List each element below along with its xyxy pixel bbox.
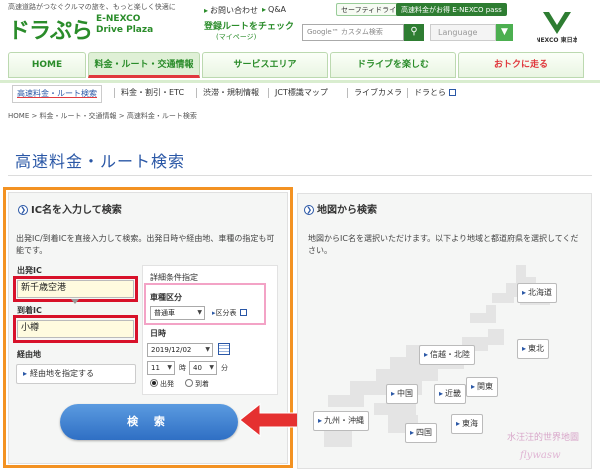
depart-ic-input[interactable]: 新千歳空港: [17, 280, 134, 298]
vehicle-class-label: 車種区分: [150, 293, 182, 302]
radio-unchecked-icon: [185, 379, 193, 387]
subnav-jct-sign-map[interactable]: JCT標識マップ: [268, 85, 328, 101]
swap-arrow-icon: [71, 299, 79, 304]
subnav-toll-route-search[interactable]: 高速料金・ルート検索: [12, 85, 102, 103]
radio-arrive[interactable]: 到着: [185, 379, 209, 389]
site-logo-sub: E-NEXCO Drive Plaza: [96, 14, 153, 36]
radio-checked-icon: [150, 379, 158, 387]
subnav-traffic-regulation[interactable]: 渋滞・規制情報: [196, 85, 259, 101]
check-route-label: 登録ルートをチェック: [204, 22, 295, 32]
search-button[interactable]: 検 索: [60, 404, 238, 440]
page: 高速道路がつなぐクルマの旅を、もっと楽しく快適に ドラぷら E-NEXCO Dr…: [0, 0, 600, 472]
ic-search-description: 出発IC/到着ICを直接入力して検索。出発日時や経由地、車種の指定も可能です。: [16, 234, 275, 255]
search-icon[interactable]: ⚲: [404, 24, 424, 41]
chevron-right-icon: ❯: [304, 205, 314, 215]
external-link-icon: [239, 309, 247, 316]
subnav-fees-discounts-etc[interactable]: 料金・割引・ETC: [114, 85, 184, 101]
logo-en-line2: Drive Plaza: [96, 25, 154, 35]
site-search-input[interactable]: Google™ カスタム検索: [302, 24, 404, 41]
class-table-label: 区分表: [215, 309, 237, 317]
page-title: 高速料金・ルート検索: [15, 152, 186, 171]
region-kinki[interactable]: 近畿: [434, 384, 467, 404]
minute-unit: 分: [221, 364, 228, 372]
region-tokai[interactable]: 東海: [451, 414, 484, 434]
date-input[interactable]: 2019/12/02: [147, 343, 213, 357]
class-table-link[interactable]: ▸区分表: [212, 308, 247, 318]
region-shikoku[interactable]: 四国: [405, 423, 438, 443]
datetime-label: 日時: [150, 329, 166, 338]
nexco-logo: NEXCO 東日本: [537, 12, 577, 44]
site-logo[interactable]: ドラぷら: [8, 13, 93, 45]
hour-select[interactable]: 11: [147, 361, 175, 375]
e-nexco-pass-link[interactable]: 高速料金がお得 E-NEXCO pass: [396, 3, 507, 16]
contact-link[interactable]: お問い合わせ: [204, 5, 258, 16]
red-arrow-icon: [239, 402, 299, 438]
language-select[interactable]: Language: [430, 24, 496, 41]
radio-depart-label: 出発: [160, 380, 174, 388]
tagline: 高速道路がつなぐクルマの旅を、もっと楽しく快適に: [8, 3, 176, 11]
radio-depart[interactable]: 出発: [150, 379, 174, 389]
subnav-dora-tora[interactable]: ドラとら: [407, 85, 456, 101]
title-underline: [8, 175, 592, 176]
calendar-icon[interactable]: [218, 343, 230, 355]
subnav-dora-tora-label: ドラとら: [414, 88, 446, 97]
add-via-button[interactable]: 経由地を指定する: [16, 364, 136, 384]
tab-toll-route-traffic[interactable]: 料金・ルート・交通情報: [88, 52, 200, 78]
depart-ic-label: 出発IC: [17, 266, 42, 275]
header: 高速道路がつなぐクルマの旅を、もっと楽しく快適に ドラぷら E-NEXCO Dr…: [0, 0, 600, 50]
chevron-right-icon: ❯: [18, 205, 28, 215]
ic-search-title-text: IC名を入力して検索: [31, 205, 122, 216]
region-shinetsu-hokuriku[interactable]: 信越・北陸: [419, 345, 476, 365]
sub-nav: 高速料金・ルート検索 料金・割引・ETC 渋滞・規制情報 JCT標識マップ ライ…: [12, 85, 592, 103]
watermark-signature: flywasw: [520, 450, 561, 461]
map-search-title-text: 地図から検索: [317, 205, 377, 216]
region-hokkaido[interactable]: 北海道: [517, 283, 558, 303]
check-route-sub: (マイページ): [216, 33, 257, 41]
logo-en-line1: E-NEXCO: [96, 14, 141, 24]
ic-search-title: ❯ IC名を入力して検索: [18, 201, 122, 216]
check-route-link[interactable]: 登録ルートをチェック (マイページ): [204, 22, 294, 42]
hour-unit: 時: [179, 364, 186, 372]
chevron-down-icon[interactable]: ▼: [496, 24, 513, 41]
nexco-label: NEXCO 東日本: [537, 36, 577, 44]
vehicle-class-select[interactable]: 普通車: [150, 306, 205, 320]
arrive-ic-input[interactable]: 小樽: [17, 320, 134, 338]
map-search-description: 地図からIC名を選択いただけます。以下より地域と都道府県を選択してください。: [308, 234, 579, 255]
breadcrumb: HOME > 料金・ルート・交通情報 > 高速料金・ルート検索: [8, 112, 197, 120]
detail-conditions-title: 詳細条件指定: [150, 273, 198, 282]
region-kyushu-okinawa[interactable]: 九州・沖縄: [313, 411, 370, 431]
tab-service-area[interactable]: サービスエリア: [202, 52, 328, 78]
minute-select[interactable]: 40: [189, 361, 217, 375]
map-search-title: ❯ 地図から検索: [304, 201, 377, 216]
faq-link[interactable]: Q&A: [262, 5, 286, 14]
tab-enjoy-drive[interactable]: ドライブを楽しむ: [330, 52, 456, 78]
region-tohoku[interactable]: 東北: [517, 339, 550, 359]
via-label: 経由地: [17, 350, 41, 359]
watermark: 水汪汪的世界地圖: [507, 433, 580, 443]
main-nav: HOME 料金・ルート・交通情報 サービスエリア ドライブを楽しむ おトクに走る: [8, 52, 584, 80]
radio-arrive-label: 到着: [195, 380, 209, 388]
subnav-live-camera[interactable]: ライブカメラ: [347, 85, 402, 101]
tab-home[interactable]: HOME: [8, 52, 86, 78]
nav-divider: [0, 80, 600, 83]
tab-deals[interactable]: おトクに走る: [458, 52, 584, 78]
external-link-icon: [449, 89, 456, 96]
region-chugoku[interactable]: 中国: [386, 384, 419, 404]
region-kanto[interactable]: 関東: [466, 377, 499, 397]
